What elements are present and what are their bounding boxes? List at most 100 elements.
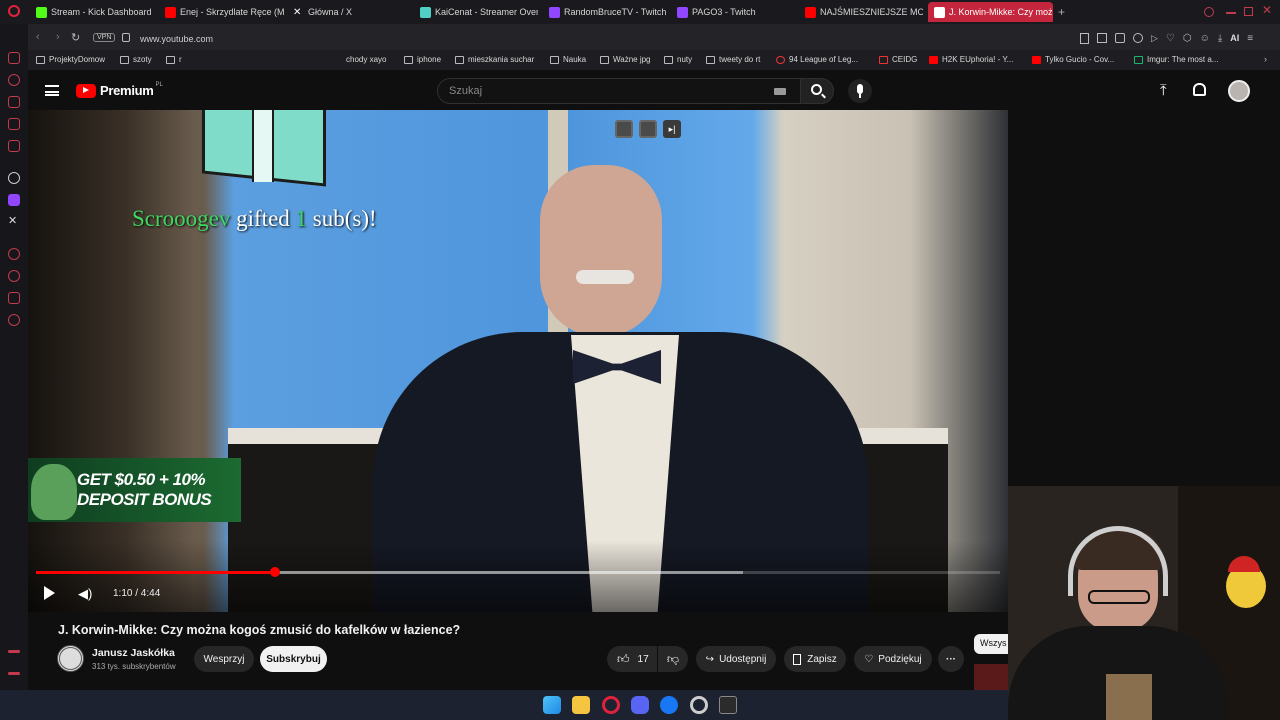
search-input[interactable]: Szukaj: [437, 78, 801, 104]
music-player-icon[interactable]: [1133, 33, 1143, 43]
progress-track[interactable]: [36, 567, 1000, 577]
bookmarks-more-icon[interactable]: ›: [1264, 54, 1267, 64]
sidebar-bottom-icon[interactable]: [8, 650, 20, 653]
snapshot-icon[interactable]: [1097, 33, 1107, 43]
sidebar-chatgpt-icon[interactable]: [8, 172, 20, 184]
tab-kick-dashboard[interactable]: Stream - Kick Dashboard: [36, 2, 164, 22]
tab-kaicenat[interactable]: KaiCenat - Streamer Over: [420, 2, 538, 22]
voice-search-button[interactable]: [848, 79, 872, 103]
keyboard-icon[interactable]: [774, 88, 786, 95]
menu-icon[interactable]: ≡: [1247, 33, 1253, 44]
bookmark-page-icon[interactable]: [1080, 32, 1089, 44]
vpn-badge[interactable]: VPN: [93, 33, 116, 42]
save-button[interactable]: Zapisz: [784, 646, 846, 672]
sidebar-speed-dial-icon[interactable]: [8, 52, 20, 64]
chrome-icon[interactable]: [690, 696, 708, 714]
progress-scrubber[interactable]: [270, 567, 281, 577]
bookmark-h2k[interactable]: H2K EUphoria! - Y...: [929, 55, 1013, 64]
upload-icon[interactable]: ⤒: [1160, 83, 1167, 98]
bookmark-imgur[interactable]: Imgur: The most a...: [1134, 55, 1218, 64]
extensions-icon[interactable]: ⬡: [1183, 33, 1192, 44]
tab-x-home[interactable]: ✕ Główna / X: [293, 2, 413, 22]
opera-taskbar-icon[interactable]: [602, 696, 620, 714]
sidebar-x-icon[interactable]: ✕: [8, 214, 17, 227]
sidebar-settings-icon[interactable]: [8, 314, 20, 326]
sidebar-aria-icon[interactable]: [8, 74, 20, 86]
bookmark-r[interactable]: r: [166, 55, 182, 64]
youtube-logo[interactable]: Premium PL: [76, 82, 163, 98]
channel-name[interactable]: Janusz Jaskółka: [92, 647, 175, 659]
search-button[interactable]: [800, 78, 834, 104]
theater-icon[interactable]: [639, 120, 657, 138]
bookmark-tylko-gucio[interactable]: Tylko Gucio - Cov...: [1032, 55, 1114, 64]
url-field[interactable]: www.youtube.com: [140, 34, 213, 44]
forward-button[interactable]: ›: [56, 31, 60, 43]
sidebar-history-icon[interactable]: [8, 270, 20, 282]
filter-chip[interactable]: Wszys: [974, 634, 1008, 654]
download-icon[interactable]: ⤓: [1218, 33, 1222, 44]
channel-avatar[interactable]: [57, 645, 84, 672]
minimize-button[interactable]: [1226, 12, 1236, 14]
twitch-icon: [549, 6, 560, 18]
sidebar-extensions-icon[interactable]: [8, 292, 20, 304]
tab-twitch-randombruce[interactable]: RandomBruceTV - Twitch: [549, 2, 667, 22]
windows-taskbar: [0, 690, 1008, 720]
avatar[interactable]: [1228, 80, 1250, 102]
bookmark-mieszkania-suchar[interactable]: mieszkania suchar: [455, 55, 534, 64]
close-window-button[interactable]: ✕: [1262, 3, 1272, 17]
bookmark-szoty[interactable]: szoty: [120, 55, 152, 64]
like-button[interactable]: 👍︎ 17: [607, 646, 657, 672]
bookmark-wazne-jpg[interactable]: Ważne jpg: [600, 55, 651, 64]
search-tabs-icon[interactable]: [1204, 7, 1214, 17]
bookmark-nauka[interactable]: Nauka: [550, 55, 586, 64]
account-icon[interactable]: ☺: [1200, 33, 1210, 44]
more-actions-button[interactable]: ···: [938, 646, 964, 672]
play-icon[interactable]: ▷: [1151, 33, 1158, 44]
terminal-icon[interactable]: [719, 696, 737, 714]
heart-icon[interactable]: ♡: [1166, 33, 1175, 44]
guide-menu-icon[interactable]: [45, 85, 59, 96]
tab-twitch-pago3[interactable]: PAGO3 - Twitch: [677, 2, 795, 22]
next-icon[interactable]: ▸|: [663, 120, 681, 138]
file-explorer-icon[interactable]: [572, 696, 590, 714]
subscribe-button[interactable]: Subskrybuj: [260, 646, 327, 672]
folder-icon: [166, 55, 175, 64]
bookmark-chody-xayo[interactable]: chody xayo: [346, 55, 386, 64]
sidebar-m-icon[interactable]: [8, 140, 20, 152]
video-player[interactable]: ▸| Scrooogev gifted 1 sub(s)! GET $0.50 …: [28, 110, 1008, 612]
discord-icon[interactable]: [631, 696, 649, 714]
reload-button[interactable]: ↻: [71, 31, 80, 44]
maximize-button[interactable]: [1244, 7, 1253, 16]
bookmark-ceidg[interactable]: CEIDG: [879, 55, 917, 64]
ai-label[interactable]: AI: [1230, 33, 1239, 43]
tab-youtube-najsmieszniejsze[interactable]: NAJŚMIESZNIEJSZE MOM: [805, 2, 923, 22]
opera-logo-icon[interactable]: [8, 5, 20, 17]
support-button[interactable]: Wesprzyj: [194, 646, 254, 672]
bookmark-iphone[interactable]: iphone: [404, 55, 441, 64]
play-button[interactable]: [44, 586, 55, 600]
notifications-bell-icon[interactable]: [1193, 83, 1206, 96]
bookmark-league[interactable]: 94 League of Leg...: [776, 55, 858, 64]
sidebar-twitch-icon[interactable]: [8, 194, 20, 206]
bookmark-nuty[interactable]: nuty: [664, 55, 692, 64]
bookmark-tweety[interactable]: tweety do rt: [706, 55, 760, 64]
sidebar-messenger-icon[interactable]: [8, 118, 20, 130]
facebook-icon[interactable]: [660, 696, 678, 714]
windows-start-icon[interactable]: [543, 696, 561, 714]
bookmark-projektydomow[interactable]: ProjektyDomow: [36, 55, 105, 64]
recommended-thumbnail[interactable]: [974, 664, 1008, 690]
tab-youtube-enej[interactable]: Enej - Skrzydlate Ręce (M: [165, 2, 285, 22]
volume-icon[interactable]: ◀): [78, 587, 92, 600]
sidebar-more-icon[interactable]: [8, 672, 20, 675]
thanks-button[interactable]: ♡ Podziękuj: [854, 646, 932, 672]
new-tab-button[interactable]: +: [1058, 5, 1065, 19]
dislike-button[interactable]: 👎︎: [658, 646, 688, 672]
share-button[interactable]: ↪ Udostępnij: [696, 646, 776, 672]
back-button[interactable]: ‹: [36, 31, 40, 43]
sidebar-bag-icon[interactable]: [8, 96, 20, 108]
shield-icon[interactable]: [1115, 33, 1125, 43]
tab-youtube-korwin-active[interactable]: J. Korwin-Mikke: Czy moż: [928, 2, 1053, 22]
miniplayer-icon[interactable]: [615, 120, 633, 138]
sidebar-player-icon[interactable]: [8, 248, 20, 260]
deposit-bonus-banner[interactable]: GET $0.50 + 10% DEPOSIT BONUS: [28, 458, 241, 522]
